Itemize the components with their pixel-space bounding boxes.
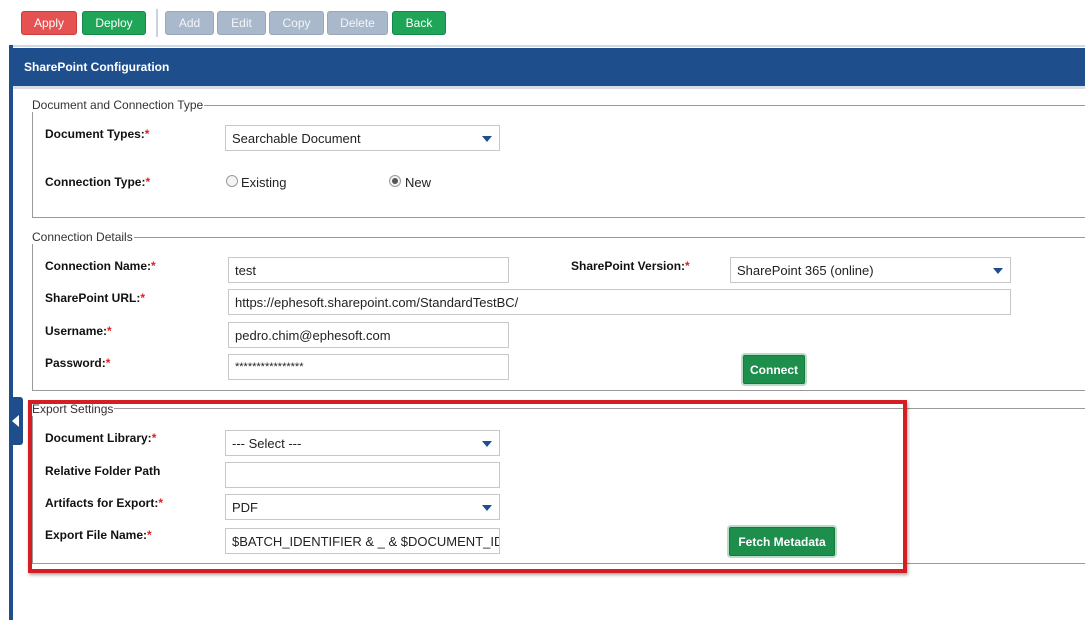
header-top-rule bbox=[13, 45, 1085, 47]
username-input[interactable]: pedro.chim@ephesoft.com bbox=[228, 322, 509, 348]
document-library-select[interactable]: --- Select --- bbox=[225, 430, 500, 456]
back-button[interactable]: Back bbox=[392, 11, 446, 35]
password-input[interactable]: **************** bbox=[228, 354, 509, 380]
relative-folder-path-label: Relative Folder Path bbox=[45, 464, 161, 478]
connection-details-legend: Connection Details bbox=[32, 230, 134, 244]
deploy-button[interactable]: Deploy bbox=[82, 11, 146, 35]
chevron-left-icon bbox=[11, 415, 19, 427]
left-panel-edge bbox=[9, 45, 13, 620]
page-title: SharePoint Configuration bbox=[24, 60, 170, 74]
artifacts-for-export-label: Artifacts for Export:* bbox=[45, 496, 164, 510]
connect-button[interactable]: Connect bbox=[743, 355, 805, 384]
apply-button[interactable]: Apply bbox=[21, 11, 77, 35]
export-file-name-label: Export File Name:* bbox=[45, 528, 152, 542]
add-button[interactable]: Add bbox=[165, 11, 214, 35]
artifacts-for-export-select[interactable]: PDF bbox=[225, 494, 500, 520]
document-connection-fieldset bbox=[32, 105, 1085, 218]
connection-name-label: Connection Name:* bbox=[45, 259, 156, 273]
username-label: Username:* bbox=[45, 324, 112, 338]
delete-button[interactable]: Delete bbox=[327, 11, 388, 35]
edit-button[interactable]: Edit bbox=[217, 11, 266, 35]
collapse-panel-toggle[interactable] bbox=[9, 397, 23, 445]
document-connection-legend: Document and Connection Type bbox=[32, 98, 205, 112]
export-settings-legend: Export Settings bbox=[32, 402, 115, 416]
connection-type-label: Connection Type:* bbox=[45, 175, 151, 189]
header-shadow bbox=[13, 86, 1085, 89]
radio-existing[interactable] bbox=[226, 175, 238, 187]
relative-folder-path-input[interactable] bbox=[225, 462, 500, 488]
sharepoint-version-select[interactable]: SharePoint 365 (online) bbox=[730, 257, 1011, 283]
sharepoint-version-label: SharePoint Version:* bbox=[571, 259, 690, 273]
radio-new[interactable] bbox=[389, 175, 401, 187]
document-types-select[interactable]: Searchable Document bbox=[225, 125, 500, 151]
copy-button[interactable]: Copy bbox=[269, 11, 324, 35]
chevron-down-icon bbox=[482, 441, 492, 447]
chevron-down-icon bbox=[482, 136, 492, 142]
export-file-name-input[interactable]: $BATCH_IDENTIFIER & _ & $DOCUMENT_ID bbox=[225, 528, 500, 554]
fetch-metadata-button[interactable]: Fetch Metadata bbox=[729, 527, 835, 556]
radio-new-label: New bbox=[405, 175, 432, 190]
chevron-down-icon bbox=[993, 268, 1003, 274]
connection-name-input[interactable]: test bbox=[228, 257, 509, 283]
chevron-down-icon bbox=[482, 505, 492, 511]
sharepoint-url-label: SharePoint URL:* bbox=[45, 291, 146, 305]
sharepoint-url-input[interactable]: https://ephesoft.sharepoint.com/Standard… bbox=[228, 289, 1011, 315]
radio-existing-label: Existing bbox=[241, 175, 287, 190]
toolbar-separator bbox=[156, 9, 158, 37]
section-header: SharePoint Configuration bbox=[13, 48, 1085, 86]
document-library-label: Document Library:* bbox=[45, 431, 157, 445]
export-settings-fieldset bbox=[32, 408, 1085, 564]
password-label: Password:* bbox=[45, 356, 111, 370]
document-types-label: Document Types:* bbox=[45, 127, 150, 141]
